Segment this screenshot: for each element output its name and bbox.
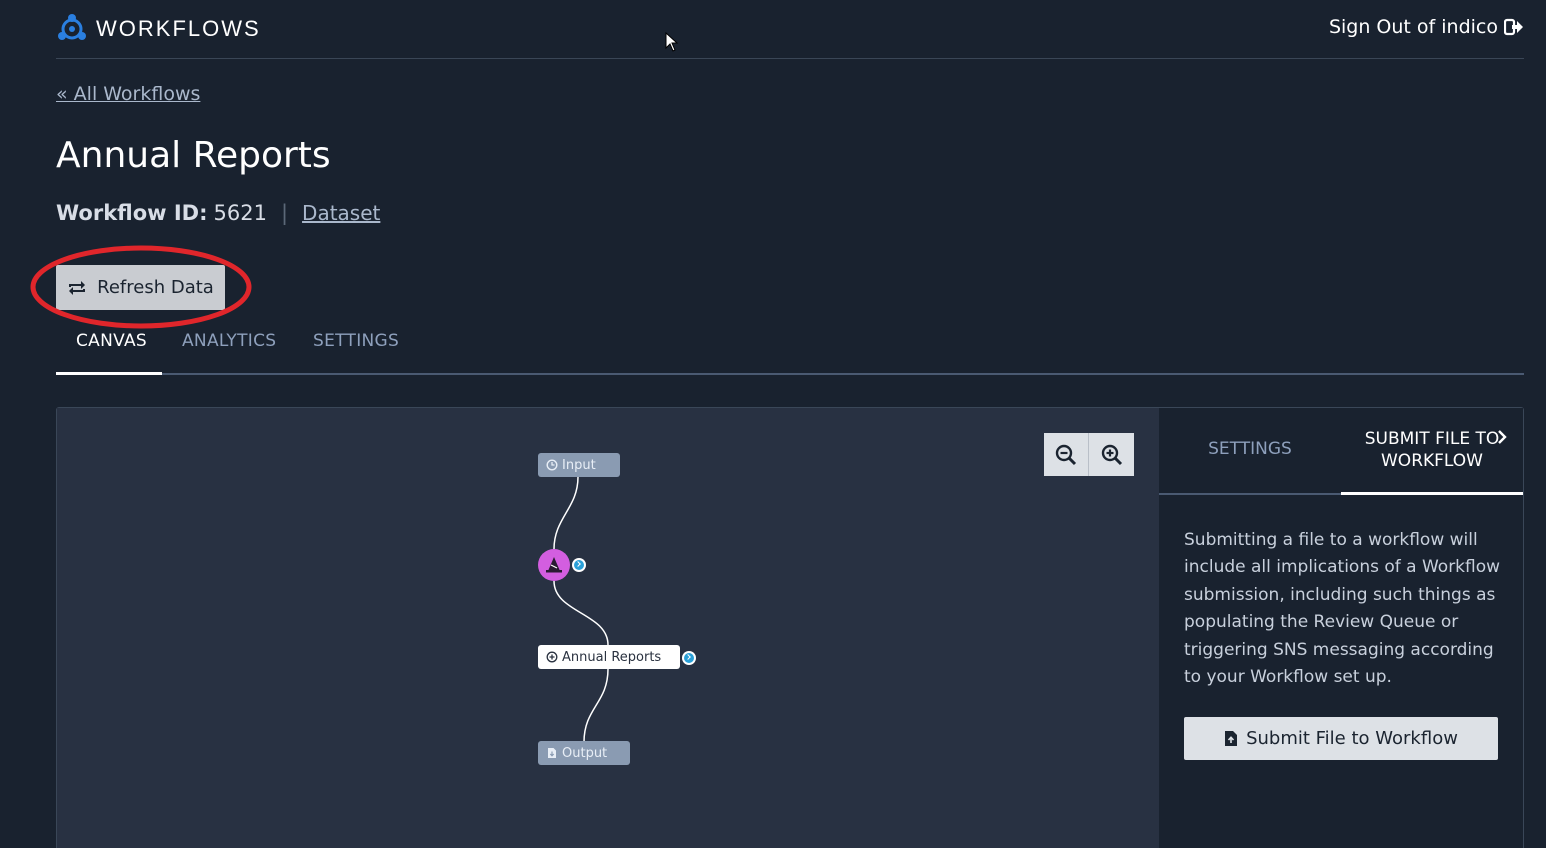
side-tab-submit-file[interactable]: SUBMIT FILE TO WORKFLOW [1341,428,1523,472]
tab-canvas[interactable]: CANVAS [76,331,147,351]
tab-analytics[interactable]: ANALYTICS [182,331,276,351]
main-tabs: CANVAS ANALYTICS SETTINGS [56,327,1524,375]
active-tab-indicator [56,372,162,375]
side-tab-submit-line2: WORKFLOW [1381,451,1483,471]
top-bar: WORKFLOWS Sign Out of indico [56,0,1524,59]
highlight-circle [30,245,252,329]
submit-file-label: Submit File to Workflow [1246,728,1458,749]
annual-reports-node[interactable]: Annual Reports [538,645,680,669]
clock-icon [546,459,558,471]
file-upload-icon [1225,731,1238,746]
file-download-icon [548,748,556,758]
side-tab-settings[interactable]: SETTINGS [1159,439,1341,459]
sign-out-link[interactable]: Sign Out of indico [1329,16,1524,38]
chevron-right-icon[interactable] [1497,430,1507,444]
zoom-controls [1044,433,1134,476]
side-panel: SETTINGS SUBMIT FILE TO WORKFLOW Submitt… [1159,408,1523,848]
wizard-hat-icon [546,557,562,573]
workflow-meta: Workflow ID: 5621 | Dataset [56,201,380,225]
submit-description: Submitting a file to a workflow will inc… [1184,530,1501,688]
input-node-label: Input [562,457,596,473]
plus-circle-icon [546,651,558,663]
annual-reports-node-connector[interactable] [682,651,696,665]
chevron-right-icon [574,560,584,570]
app-name: WORKFLOWS [96,16,261,41]
mouse-cursor-icon [665,32,679,52]
sign-out-label: Sign Out of indico [1328,16,1498,38]
model-node[interactable] [538,549,570,581]
page-title: Annual Reports [56,135,331,176]
zoom-in-button[interactable] [1089,433,1134,476]
workflow-id-label: Workflow ID: [56,201,208,225]
dataset-link[interactable]: Dataset [302,201,380,225]
workflow-canvas[interactable]: Input Annual Reports Output [57,408,1159,848]
workflow-id-value: 5621 [213,201,267,225]
chevron-right-icon [684,653,694,663]
submit-file-button[interactable]: Submit File to Workflow [1184,717,1498,760]
side-active-tab-indicator [1341,492,1523,495]
zoom-out-button[interactable] [1044,433,1089,476]
annual-reports-node-label: Annual Reports [562,649,662,665]
side-panel-tabs: SETTINGS SUBMIT FILE TO WORKFLOW [1159,408,1523,495]
model-node-connector[interactable] [572,558,586,572]
all-workflows-link[interactable]: « All Workflows [56,83,200,105]
workflow-panel: Input Annual Reports Output SETTINGS SUB… [56,407,1524,848]
meta-divider: | [280,201,289,225]
sign-out-icon [1504,18,1523,36]
indico-logo-icon [58,14,86,40]
zoom-out-icon [1055,444,1077,465]
side-tab-submit-line1: SUBMIT FILE TO [1364,429,1500,449]
zoom-in-icon [1101,444,1122,465]
brand[interactable]: WORKFLOWS [56,13,261,45]
output-node-label: Output [562,745,608,761]
input-node[interactable]: Input [538,453,620,477]
output-node[interactable]: Output [538,741,630,765]
tab-settings[interactable]: SETTINGS [313,331,399,351]
